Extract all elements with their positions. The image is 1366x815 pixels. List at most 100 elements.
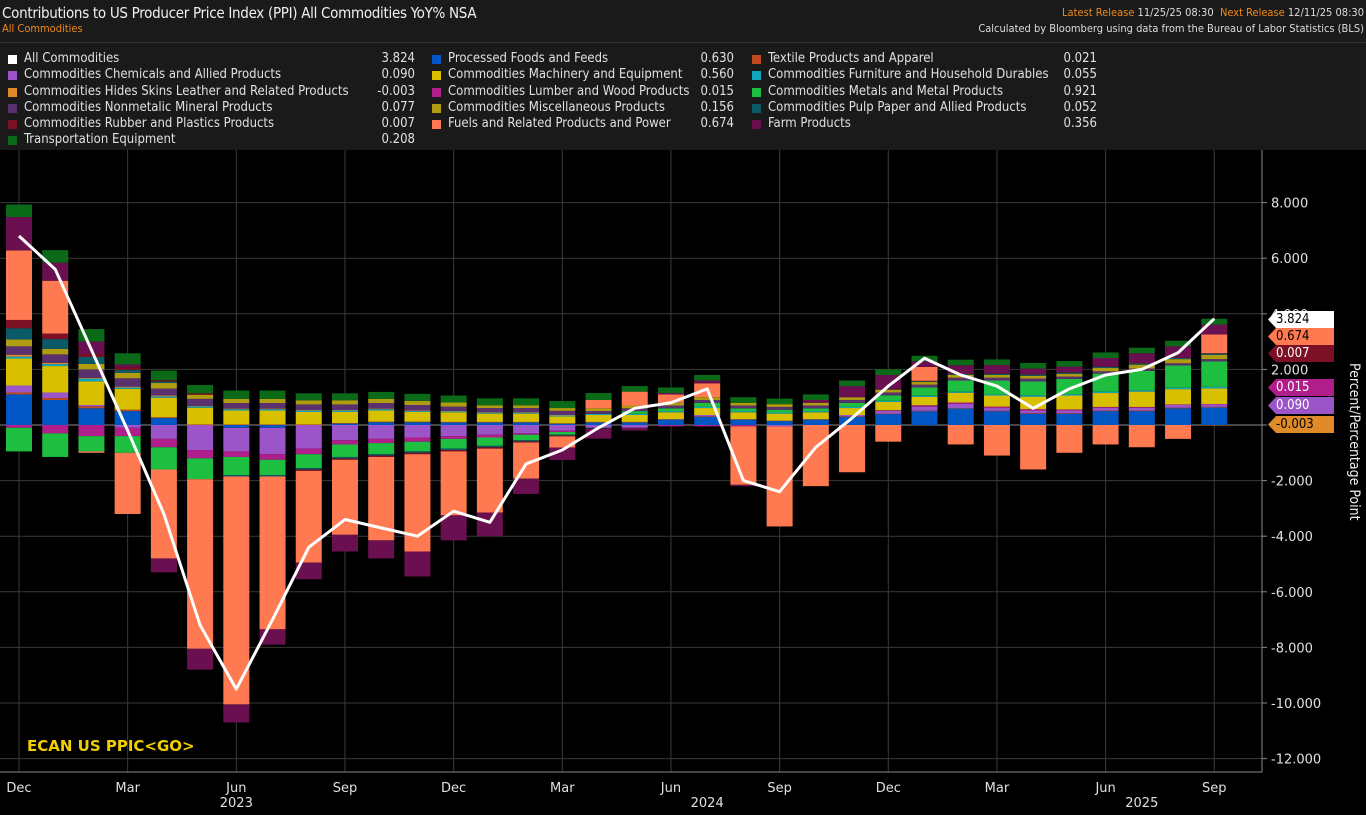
legend-label: Textile Products and Apparel [768, 51, 934, 66]
legend-value: 0.921 [1063, 83, 1097, 99]
stacked-bar-chart: 8.0006.0004.0002.0000-2.000-4.000-6.000-… [0, 150, 1321, 811]
legend-label: Commodities Furniture and Household Dura… [768, 67, 1049, 83]
legend-label: Processed Foods and Feeds [448, 51, 609, 66]
bar-segment-metals [368, 443, 395, 455]
bar-segment-transport [802, 394, 829, 400]
bar-segment-textile [875, 413, 902, 415]
bar-segment-chem [150, 425, 177, 439]
bar-segment-furn [78, 378, 105, 382]
legend-value: 0.560 [700, 67, 734, 83]
bar-segment-foods [621, 422, 648, 425]
bar-segment-hides [114, 386, 141, 388]
legend-label: Commodities Rubber and Plastics Products [24, 116, 275, 132]
bar-segment-chem [187, 425, 214, 451]
bar-segment-mach [295, 411, 322, 425]
bar-segment-nonmet [839, 399, 866, 403]
bar-segment-pulp [331, 456, 358, 459]
bar-segment-metals [1020, 381, 1047, 396]
legend-swatch [8, 87, 17, 97]
bar-segment-lumber [476, 434, 503, 438]
bar-segment-farm [476, 512, 503, 537]
bar-segment-metals [839, 402, 866, 407]
ticker-command[interactable]: ECAN US PPIC<GO> [27, 737, 195, 755]
bar-segment-hides [1201, 425, 1228, 426]
bar-segment-nonmet [368, 403, 395, 409]
bar-segment-hides [150, 395, 177, 397]
bar-segment-foods [1128, 411, 1155, 425]
bar-segment-farm [187, 648, 214, 670]
bar-segment-furn [187, 406, 214, 408]
bar-segment-hides [259, 408, 286, 410]
bar-segment-farm [802, 399, 829, 403]
x-tick-label: Dec [441, 781, 466, 796]
bar-segment-fuels [78, 451, 105, 453]
bar-segment-mach [875, 401, 902, 411]
bar-segment-mach [6, 358, 32, 386]
legend-value: 0.007 [381, 116, 415, 132]
bar-segment-rubber [114, 367, 141, 370]
bar-segment-metals [1128, 370, 1155, 391]
bar-segment-foods [331, 423, 358, 425]
bar-segment-nonmet [983, 377, 1010, 381]
legend-value: 0.208 [381, 132, 415, 148]
bar-segment-mach [42, 366, 69, 393]
bar-segment-nonmet [1165, 363, 1192, 366]
bar-segment-furn [730, 411, 757, 413]
x-tick-label: Mar [550, 781, 575, 796]
bar-segment-foods [404, 422, 431, 425]
legend-label: Commodities Pulp Paper and Allied Produc… [768, 99, 1027, 115]
bar-segment-textile [911, 410, 938, 412]
bar-segment-foods [440, 422, 467, 425]
legend-swatch [432, 71, 441, 81]
x-tick-label: Dec [876, 781, 901, 796]
bar-segment-misc [440, 402, 467, 407]
bar-segment-metals [6, 427, 32, 452]
x-year-label: 2025 [1125, 796, 1158, 811]
bar-segment-transport [440, 395, 467, 403]
legend-value: 0.156 [700, 99, 734, 115]
bar-segment-transport [513, 398, 540, 406]
bar-segment-textile [6, 392, 32, 395]
bar-segment-transport [1128, 347, 1155, 354]
bar-segment-transport [331, 393, 358, 401]
bar-segment-hides [404, 410, 431, 412]
x-tick-label: Dec [6, 781, 31, 796]
bar-segment-hides [6, 354, 32, 357]
bar-segment-farm [694, 380, 721, 384]
chart-subtitle: All Commodities [2, 22, 83, 35]
bar-segment-furn [114, 387, 141, 389]
bar-segment-metals [404, 441, 431, 452]
bar-segment-mach [331, 411, 358, 424]
bar-segment-nonmet [476, 408, 503, 413]
bar-segment-nonmet [657, 405, 684, 409]
legend-swatch [432, 103, 441, 113]
bar-segment-metals [223, 456, 250, 476]
chart-title: Contributions to US Producer Price Index… [2, 4, 477, 22]
bar-segment-misc [1092, 368, 1119, 372]
legend-swatch [752, 71, 761, 81]
bar-segment-lumber [259, 454, 286, 460]
bar-segment-hides [78, 377, 105, 379]
bar-segment-nonmet [911, 384, 938, 388]
bar-segment-chem [766, 425, 793, 427]
bar-segment-misc [150, 383, 177, 389]
legend-swatch [432, 55, 441, 64]
bar-segment-furn [657, 411, 684, 413]
bar-segment-textile [1128, 410, 1155, 412]
bar-segment-mach [78, 381, 105, 405]
bar-segment-textile [78, 406, 105, 409]
bar-segment-furn [585, 413, 612, 415]
bar-segment-nonmet [42, 354, 69, 363]
bar-segment-furn [259, 409, 286, 411]
bar-segment-nonmet [766, 406, 793, 410]
last-value-tag: 0.015 [1268, 379, 1334, 396]
bar-segment-misc [1201, 354, 1228, 360]
bar-segment-mach [766, 413, 793, 421]
bar-segment-chem [1092, 407, 1119, 411]
bar-segment-rubber [1128, 363, 1155, 364]
bar-segment-misc [368, 398, 395, 404]
bar-segment-foods [259, 425, 286, 428]
bar-segment-furn [331, 410, 358, 412]
last-value-tag: -0.003 [1268, 416, 1334, 433]
release-info: Latest Release 11/25/25 08:30 Next Relea… [1062, 6, 1364, 19]
